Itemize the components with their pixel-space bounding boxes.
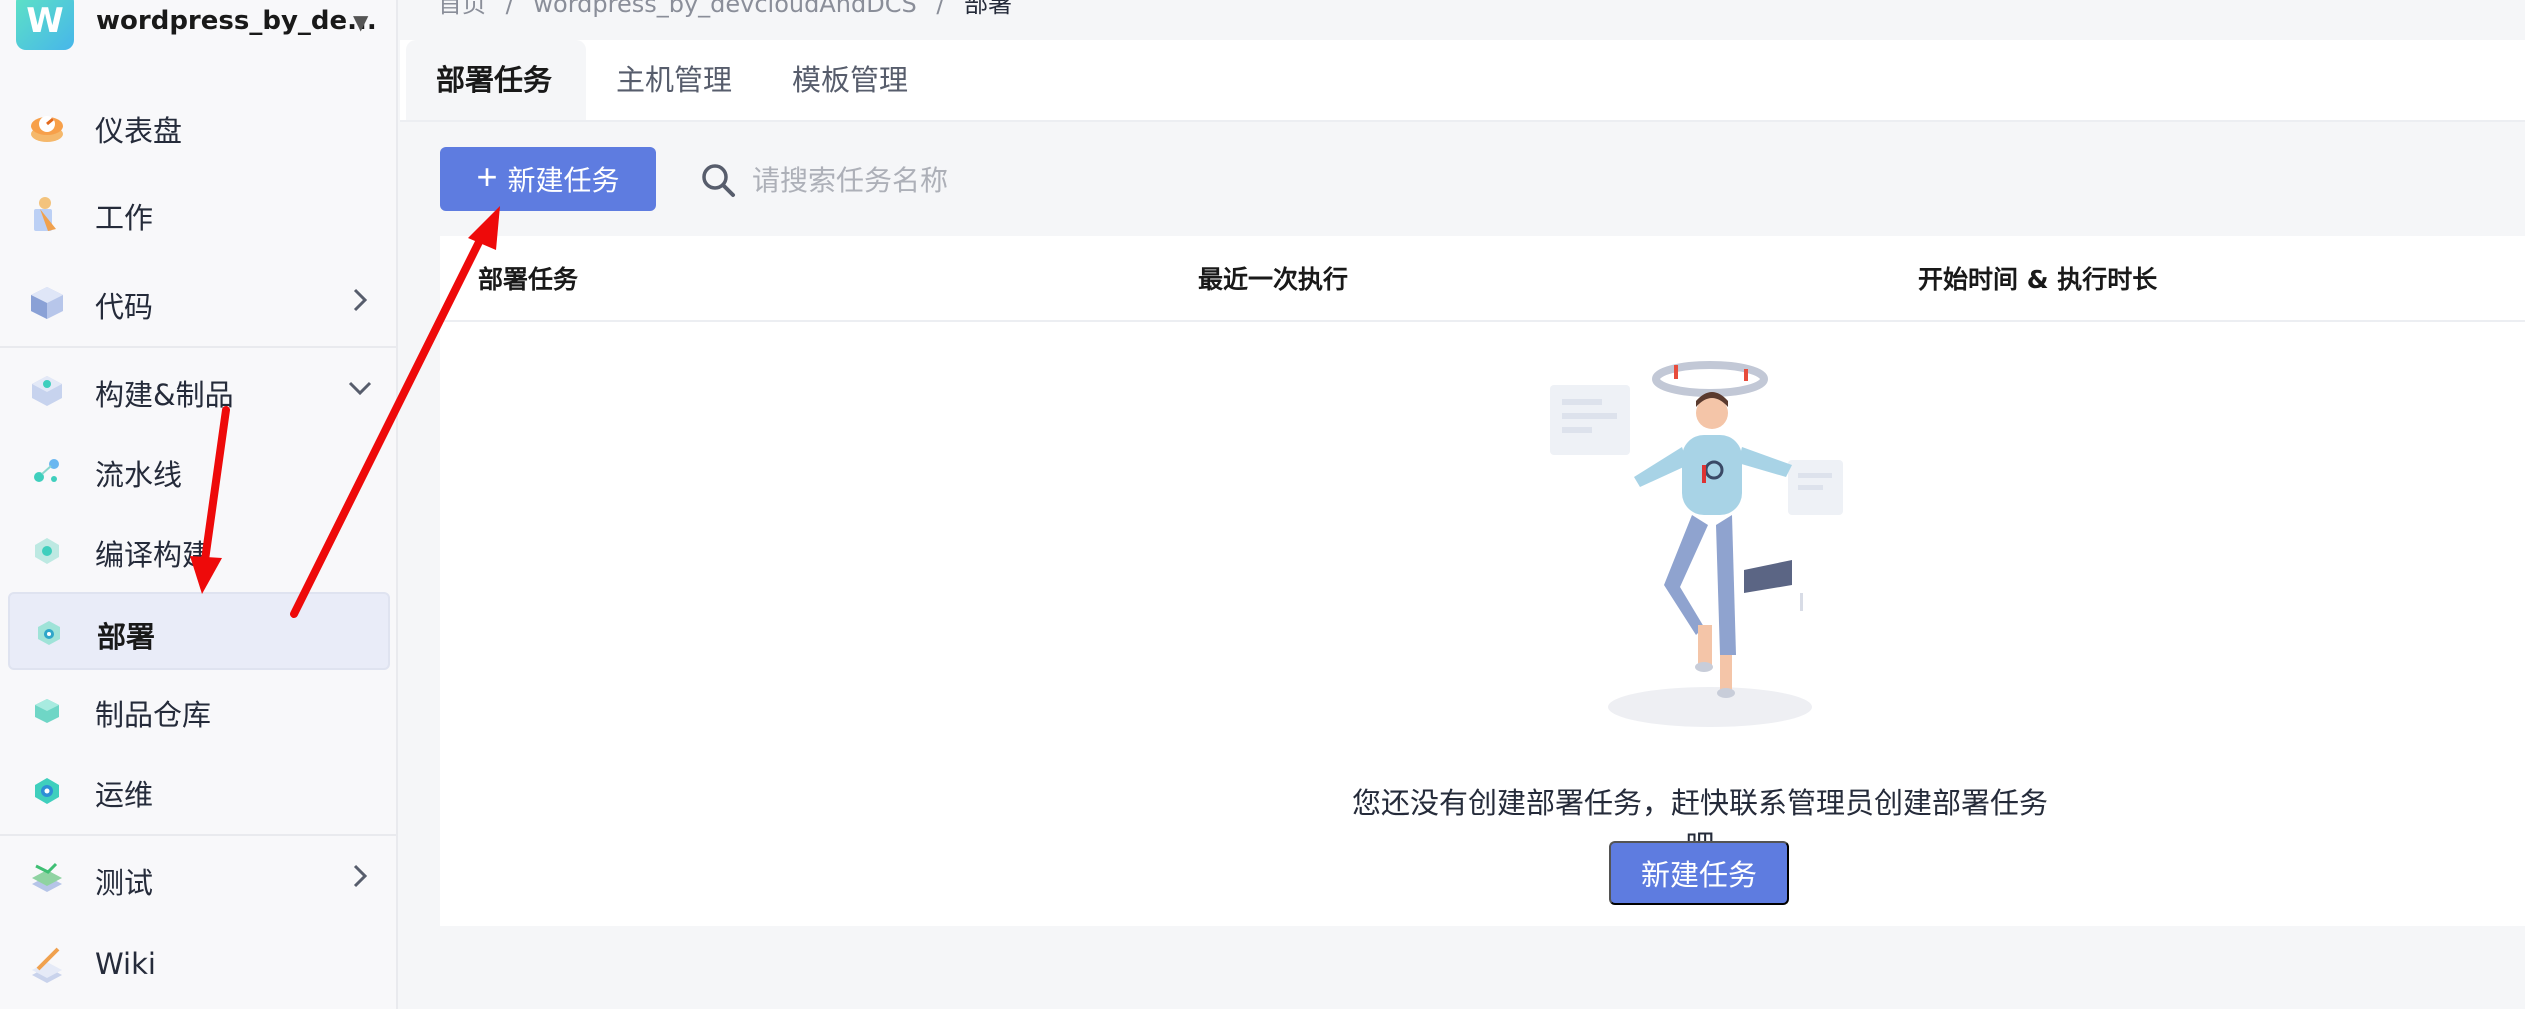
sidebar: W wordpress_by_de... ▼ 仪表盘 工作 代码 构建&制品 流… [0,0,398,1009]
deploy-icon [38,621,60,645]
ops-icon [35,778,59,804]
sidebar-item-label: 仪表盘 [95,114,183,148]
new-task-label: 新建任务 [507,165,620,196]
chevron-right-icon[interactable] [346,862,374,890]
breadcrumb-current: 部署 [964,0,1013,18]
tab-host-management[interactable]: 主机管理 [586,40,762,120]
sidebar-item-label: 制品仓库 [95,698,212,732]
breadcrumb-separator: / [936,0,945,18]
sidebar-item-build-artifact[interactable]: 构建&制品 [8,352,390,430]
chevron-down-icon[interactable] [346,374,374,402]
test-icon [32,862,62,892]
sidebar-item-label: 部署 [97,620,156,654]
sidebar-item-artifact-repo[interactable]: 制品仓库 [8,672,390,750]
sidebar-item-compile-build[interactable]: 编译构建 [8,512,390,590]
sidebar-item-wiki[interactable]: Wiki [8,927,390,1005]
sidebar-item-work[interactable]: 工作 [8,175,390,253]
build-artifact-icon [32,376,62,406]
work-icon [34,197,56,231]
sidebar-item-label: 构建&制品 [95,378,234,412]
sidebar-item-label: 编译构建 [95,538,212,572]
sidebar-item-dashboard[interactable]: 仪表盘 [8,88,390,166]
breadcrumb-project[interactable]: wordpress_by_devcloudAndDCS [533,0,916,18]
plus-icon: + [476,156,498,197]
empty-state-illustration [1550,361,1843,727]
caret-down-icon[interactable]: ▼ [353,10,368,34]
sidebar-item-label: 运维 [95,778,154,812]
compile-build-icon [35,538,59,564]
table-header: 部署任务 最近一次执行 开始时间 & 执行时长 [440,236,2525,322]
column-header-last-run[interactable]: 最近一次执行 [1198,260,1348,296]
dashboard-icon [31,116,63,142]
sidebar-item-pipeline[interactable]: 流水线 [8,432,390,510]
sidebar-item-label: Wiki [95,947,156,981]
sidebar-item-test[interactable]: 测试 [8,840,390,918]
project-switcher[interactable]: W wordpress_by_de... ▼ [16,0,386,50]
search-icon[interactable] [700,162,736,198]
chevron-right-icon[interactable] [346,286,374,314]
sidebar-item-deploy[interactable]: 部署 [8,592,390,670]
sidebar-divider [0,834,396,836]
sidebar-divider [0,346,396,348]
tab-template-management[interactable]: 模板管理 [762,40,938,120]
task-search [700,152,1300,206]
sidebar-item-code[interactable]: 代码 [8,264,390,342]
tab-bar: 部署任务 主机管理 模板管理 [400,40,2525,122]
new-task-button[interactable]: + 新建任务 [440,147,656,211]
search-input[interactable] [750,158,1274,202]
project-logo: W [16,0,74,50]
breadcrumb-separator: / [505,0,514,18]
breadcrumb-home[interactable]: 首页 [438,0,486,18]
tab-deploy-tasks[interactable]: 部署任务 [406,40,586,120]
code-icon [31,287,63,319]
breadcrumb: 首页 / wordpress_by_devcloudAndDCS / 部署 [438,0,1012,19]
sidebar-item-label: 代码 [95,290,154,324]
empty-new-task-button[interactable]: 新建任务 [1609,841,1789,905]
artifact-repo-icon [35,699,59,723]
project-name[interactable]: wordpress_by_de... [96,6,377,36]
sidebar-item-label: 测试 [95,866,154,900]
pipeline-icon [34,459,59,482]
column-header-start-duration[interactable]: 开始时间 & 执行时长 [1918,260,2157,296]
column-header-task[interactable]: 部署任务 [478,260,578,296]
wiki-icon [32,947,62,983]
sidebar-item-ops[interactable]: 运维 [8,752,390,830]
sidebar-item-label: 流水线 [95,458,183,492]
sidebar-item-label: 工作 [95,201,154,235]
